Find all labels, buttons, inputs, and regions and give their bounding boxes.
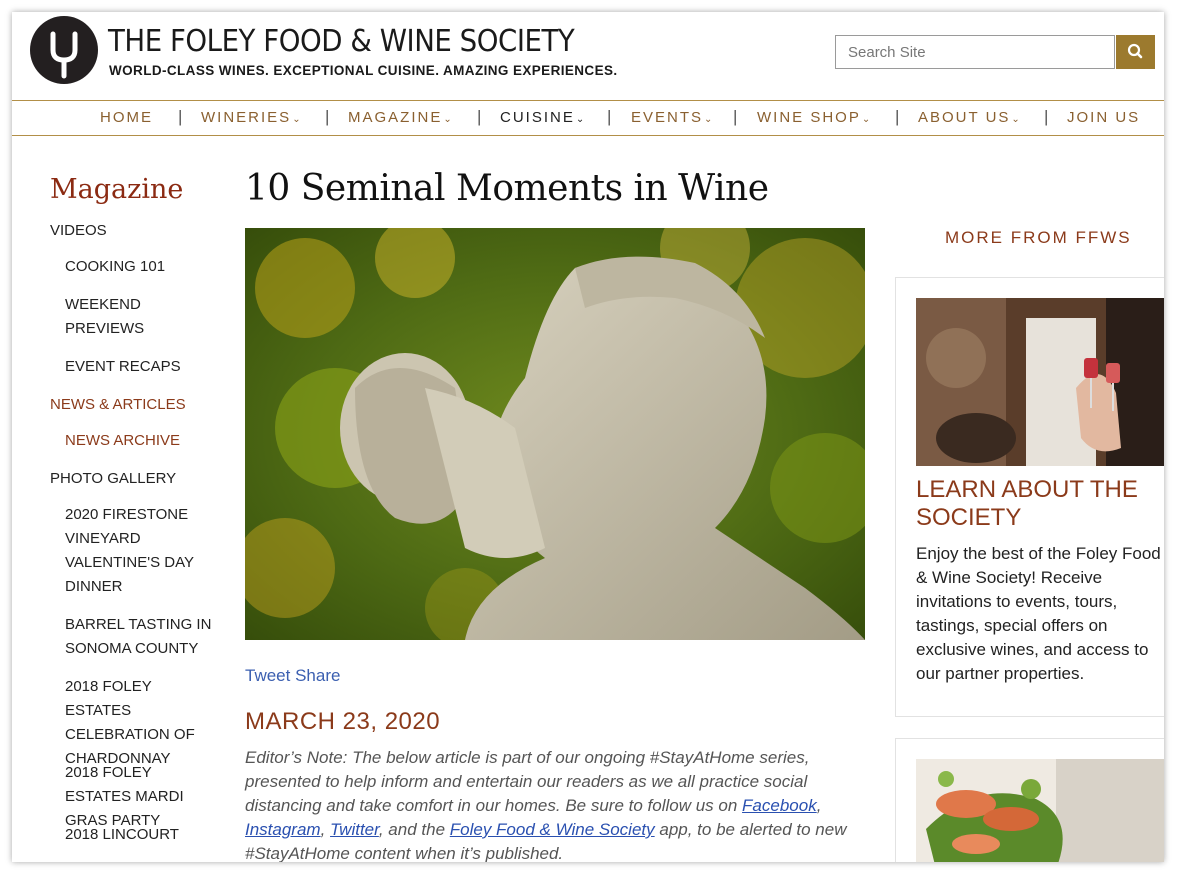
- nav-separator: |: [607, 107, 612, 126]
- society-card-text: Enjoy the best of the Foley Food & Wine …: [916, 544, 1161, 683]
- search-button[interactable]: [1116, 35, 1155, 69]
- nav-separator: |: [178, 107, 183, 126]
- search-box: [835, 35, 1115, 69]
- twitter-link[interactable]: Twitter: [330, 820, 379, 839]
- sidebar-item-lincourt[interactable]: 2018 LINCOURT: [65, 823, 215, 847]
- sidebar-item-videos[interactable]: VIDEOS: [50, 219, 215, 243]
- nav-about-us[interactable]: ABOUT US⌄: [918, 109, 1020, 126]
- search-input[interactable]: [846, 36, 1110, 68]
- tweet-share-link[interactable]: Tweet Share: [245, 666, 340, 686]
- sidebar-item-news-articles[interactable]: NEWS & ARTICLES: [50, 393, 215, 417]
- app-link[interactable]: Foley Food & Wine Society: [450, 820, 655, 839]
- society-card-image[interactable]: [916, 298, 1164, 466]
- nav-home[interactable]: HOME: [100, 109, 153, 126]
- article-title: 10 Seminal Moments in Wine: [245, 168, 769, 209]
- chevron-down-icon: ⌄: [575, 114, 585, 125]
- nav-separator: |: [325, 107, 330, 126]
- chevron-down-icon: ⌄: [861, 114, 871, 125]
- article-date: MARCH 23, 2020: [245, 708, 441, 735]
- sidebar-item-photo-gallery[interactable]: PHOTO GALLERY: [50, 467, 215, 491]
- sidebar-item-firestone-dinner[interactable]: 2020 FIRESTONE VINEYARD VALENTINE'S DAY …: [65, 503, 205, 599]
- nav-wine-shop[interactable]: WINE SHOP⌄: [757, 109, 870, 126]
- society-card-title[interactable]: LEARN ABOUT THE SOCIETY: [916, 476, 1161, 532]
- nav-join-us[interactable]: JOIN US: [1067, 109, 1140, 126]
- nav-wineries[interactable]: WINERIES⌄: [201, 109, 301, 126]
- chevron-down-icon: ⌄: [1011, 114, 1020, 125]
- nav-magazine[interactable]: MAGAZINE⌄: [348, 109, 452, 126]
- nav-separator: |: [477, 107, 482, 126]
- nav-separator: |: [895, 107, 900, 126]
- nav-cuisine[interactable]: CUISINE⌄: [500, 109, 584, 126]
- chevron-down-icon: ⌄: [292, 114, 301, 125]
- sidebar-item-news-archive[interactable]: NEWS ARCHIVE: [65, 429, 230, 453]
- logo-tuning-fork-icon[interactable]: [30, 16, 98, 84]
- more-from-heading: MORE FROM FFWS: [945, 228, 1132, 247]
- nav-events[interactable]: EVENTS⌄: [631, 109, 712, 126]
- cuisine-card-image[interactable]: [916, 759, 1164, 862]
- sidebar-title: Magazine: [50, 174, 184, 205]
- page-frame: THE FOLEY FOOD & WINE SOCIETY WORLD-CLAS…: [12, 12, 1164, 862]
- site-title[interactable]: THE FOLEY FOOD & WINE SOCIETY: [108, 24, 575, 59]
- nav-separator: |: [1044, 107, 1049, 126]
- search-icon: [1127, 43, 1143, 59]
- chevron-down-icon: ⌄: [443, 114, 452, 125]
- nav-separator: |: [733, 107, 738, 126]
- sidebar-item-celebration-chardonnay[interactable]: 2018 FOLEY ESTATES CELEBRATION OF CHARDO…: [65, 675, 215, 771]
- facebook-link[interactable]: Facebook: [742, 796, 817, 815]
- sidebar-item-cooking-101[interactable]: COOKING 101: [65, 255, 230, 279]
- sidebar-item-weekend-previews[interactable]: WEEKEND PREVIEWS: [65, 293, 175, 341]
- site-tagline: WORLD-CLASS WINES. EXCEPTIONAL CUISINE. …: [109, 63, 618, 78]
- main-nav: HOME | WINERIES⌄ | MAGAZINE⌄ | CUISINE⌄ …: [12, 100, 1164, 136]
- chevron-down-icon: ⌄: [704, 114, 713, 125]
- sidebar-item-barrel-tasting[interactable]: BARREL TASTING IN SONOMA COUNTY: [65, 613, 215, 661]
- article-hero-image: [245, 228, 865, 640]
- sidebar-item-event-recaps[interactable]: EVENT RECAPS: [65, 355, 230, 379]
- editors-note: Editor’s Note: The below article is part…: [245, 748, 847, 862]
- instagram-link[interactable]: Instagram: [245, 820, 321, 839]
